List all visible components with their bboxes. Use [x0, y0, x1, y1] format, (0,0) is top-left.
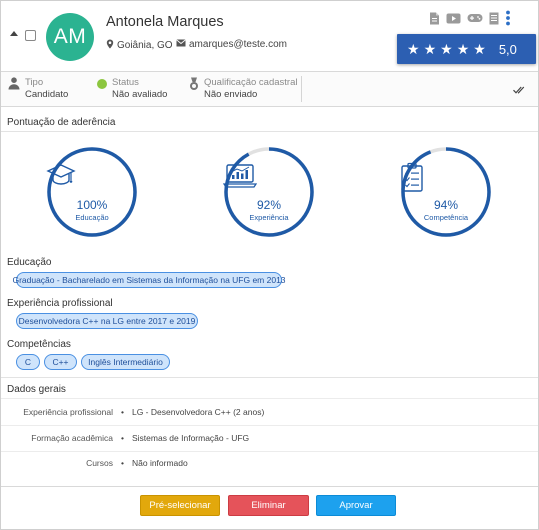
gauge-caption: Educação — [75, 213, 109, 222]
tipo-label: Tipo — [25, 77, 44, 88]
qualification-value: Não enviado — [204, 89, 258, 100]
gauge-experience: 92% Experiência — [223, 146, 315, 238]
experience-tag[interactable]: Desenvolvedora C++ na LG entre 2017 e 20… — [16, 313, 198, 329]
gauge-ring-education — [47, 147, 137, 237]
general-row-value: • Sistemas de Informação - UFG — [121, 433, 249, 443]
divider — [1, 377, 538, 378]
eliminate-button[interactable]: Eliminar — [228, 495, 309, 516]
medal-icon — [189, 77, 199, 101]
tipo-value: Candidato — [25, 89, 69, 100]
row-value-text: Sistemas de Informação - UFG — [131, 433, 250, 443]
general-row-value: • Não informado — [121, 458, 188, 468]
status-indicator-icon — [97, 79, 107, 89]
divider — [1, 451, 538, 452]
avatar: AM — [46, 13, 94, 61]
qualification-label: Qualificação cadastral — [204, 77, 298, 88]
education-tag[interactable]: Graduação - Bacharelado em Sistemas da I… — [12, 272, 286, 288]
person-icon — [8, 77, 20, 101]
gauge-caption: Experiência — [249, 213, 289, 222]
file-icon[interactable] — [489, 12, 499, 25]
row-value-text: LG - Desenvolvedora C++ (2 anos) — [131, 407, 265, 417]
skills-title: Competências — [7, 339, 71, 350]
star-icon: ★ — [473, 41, 486, 57]
star-icon: ★ — [440, 41, 453, 57]
rating-badge: ★ ★ ★ ★ ★ 5,0 — [397, 34, 536, 64]
select-candidate-checkbox[interactable] — [25, 30, 36, 41]
envelope-icon — [176, 39, 186, 50]
divider — [1, 398, 538, 399]
double-check-icon[interactable] — [513, 86, 527, 97]
status-label: Status — [112, 77, 139, 88]
skill-tag[interactable]: Inglês Intermediário — [81, 354, 170, 370]
gauge-caption: Competência — [423, 213, 469, 222]
general-row-label: Cursos — [86, 458, 113, 468]
bullet: • — [121, 433, 124, 443]
candidate-name[interactable]: Antonela Marques — [106, 14, 224, 30]
location-text: Goiânia, GO — [117, 40, 173, 51]
gauge-percent: 100% — [76, 198, 108, 212]
candidate-location: Goiânia, GO — [106, 39, 173, 52]
general-row-label: Experiência profissional — [23, 407, 113, 417]
gauge-percent: 94% — [433, 198, 459, 212]
row-value-text: Não informado — [131, 458, 188, 468]
preselect-button[interactable]: Pré-selecionar — [140, 495, 220, 516]
video-icon[interactable] — [446, 13, 461, 24]
skill-tag[interactable]: C++ — [44, 354, 77, 370]
gauge-percent: 92% — [256, 198, 282, 212]
score-section-title: Pontuação de aderência — [7, 117, 116, 128]
info-bar: Tipo Candidato Status Não avaliado Quali… — [1, 71, 538, 107]
skill-tag[interactable]: C — [16, 354, 40, 370]
education-title: Educação — [7, 257, 52, 268]
status-info: Status Não avaliado — [97, 77, 167, 101]
star-icon: ★ — [407, 41, 420, 57]
qualification-info: Qualificação cadastral Não enviado — [189, 77, 297, 101]
bullet: • — [121, 407, 124, 417]
general-row-label: Formação acadêmica — [31, 433, 113, 443]
collapse-toggle-icon[interactable] — [10, 31, 18, 36]
bullet: • — [121, 458, 124, 468]
more-vert-icon[interactable] — [505, 10, 511, 26]
rating-score: 5,0 — [498, 41, 517, 57]
email-text: amarques@teste.com — [189, 39, 287, 50]
gamepad-icon[interactable] — [467, 13, 483, 23]
general-row-value: • LG - Desenvolvedora C++ (2 anos) — [121, 407, 264, 417]
star-icon: ★ — [456, 41, 470, 57]
header-actions — [429, 10, 511, 26]
status-value: Não avaliado — [112, 89, 168, 100]
map-pin-icon — [106, 39, 114, 52]
divider — [1, 486, 538, 487]
candidate-card: AM Antonela Marques Goiânia, GO amarques… — [0, 0, 539, 530]
approve-button[interactable]: Aprovar — [316, 495, 396, 516]
gauge-competence: 94% Competência — [400, 146, 492, 238]
tipo-info: Tipo Candidato — [8, 77, 68, 101]
gauge-ring-experience — [224, 147, 314, 237]
experience-title: Experiência profissional — [7, 298, 113, 309]
candidate-email: amarques@teste.com — [176, 39, 287, 50]
gauge-ring-competence — [401, 147, 491, 237]
general-title: Dados gerais — [7, 384, 66, 395]
divider — [301, 76, 302, 102]
divider — [1, 425, 538, 426]
document-icon[interactable] — [429, 12, 440, 25]
gauge-education: 100% Educação — [46, 146, 138, 238]
divider — [1, 131, 538, 132]
star-icon: ★ — [423, 41, 437, 57]
